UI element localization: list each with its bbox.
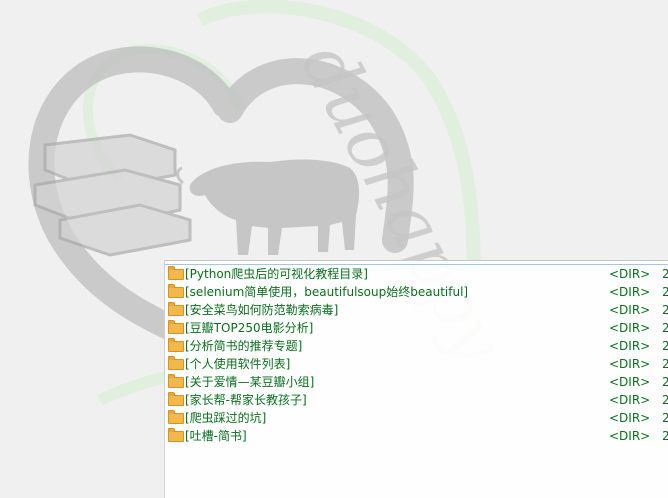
directory-type-label: <DIR> xyxy=(609,393,651,407)
directory-type-label: <DIR> xyxy=(609,429,651,443)
directory-name-link[interactable]: [Python爬虫后的可视化教程目录] xyxy=(185,265,368,283)
folder-icon xyxy=(168,392,184,406)
directory-type-label: <DIR> xyxy=(609,303,651,317)
folder-icon xyxy=(168,302,184,316)
folder-icon xyxy=(168,410,184,424)
directory-list: [Python爬虫后的可视化教程目录] <DIR> 2 [selenium简单使… xyxy=(165,265,668,445)
directory-name-link[interactable]: [分析简书的推荐专题] xyxy=(185,337,302,355)
folder-icon xyxy=(168,266,184,280)
directory-row[interactable]: [关于爱情—某豆瓣小组] <DIR> 2 xyxy=(165,373,668,391)
directory-listing-panel: [Python爬虫后的可视化教程目录] <DIR> 2 [selenium简单使… xyxy=(164,260,668,498)
directory-date: 2 xyxy=(662,337,668,355)
directory-row[interactable]: [selenium简单使用，beautifulsoup始终beautiful] … xyxy=(165,283,668,301)
folder-icon xyxy=(168,374,184,388)
directory-name-link[interactable]: [安全菜鸟如何防范勒索病毒] xyxy=(185,301,338,319)
directory-type-label: <DIR> xyxy=(609,411,651,425)
directory-name-link[interactable]: [爬虫踩过的坑] xyxy=(185,409,266,427)
folder-icon xyxy=(168,320,184,334)
directory-date: 2 xyxy=(662,283,668,301)
directory-type-label: <DIR> xyxy=(609,321,651,335)
directory-type-label: <DIR> xyxy=(609,285,651,299)
directory-type-label: <DIR> xyxy=(609,375,651,389)
folder-icon xyxy=(168,338,184,352)
directory-row[interactable]: [爬虫踩过的坑] <DIR> 2 xyxy=(165,409,668,427)
directory-row[interactable]: [家长帮-帮家长教孩子] <DIR> 2 xyxy=(165,391,668,409)
directory-type-label: <DIR> xyxy=(609,267,651,281)
directory-row[interactable]: [吐槽-简书] <DIR> 2 xyxy=(165,427,668,445)
directory-date: 2 xyxy=(662,319,668,337)
directory-type-label: <DIR> xyxy=(609,339,651,353)
directory-name-link[interactable]: [个人使用软件列表] xyxy=(185,355,290,373)
directory-date: 2 xyxy=(662,391,668,409)
folder-icon xyxy=(168,284,184,298)
directory-name-link[interactable]: [关于爱情—某豆瓣小组] xyxy=(185,373,314,391)
directory-row[interactable]: [安全菜鸟如何防范勒索病毒] <DIR> 2 xyxy=(165,301,668,319)
folder-icon xyxy=(168,356,184,370)
directory-name-link[interactable]: [家长帮-帮家长教孩子] xyxy=(185,391,307,409)
directory-date: 2 xyxy=(662,355,668,373)
desktop-background: duohappy [Python爬虫后的可视化教程目录] <DIR> 2 [se… xyxy=(0,0,668,498)
directory-name-link[interactable]: [吐槽-简书] xyxy=(185,427,247,445)
directory-date: 2 xyxy=(662,409,668,427)
directory-name-link[interactable]: [豆瓣TOP250电影分析] xyxy=(185,319,313,337)
directory-row[interactable]: [个人使用软件列表] <DIR> 2 xyxy=(165,355,668,373)
folder-icon xyxy=(168,428,184,442)
directory-date: 2 xyxy=(662,301,668,319)
directory-row[interactable]: [分析简书的推荐专题] <DIR> 2 xyxy=(165,337,668,355)
directory-date: 2 xyxy=(662,373,668,391)
directory-date: 2 xyxy=(662,427,668,445)
directory-type-label: <DIR> xyxy=(609,357,651,371)
watermark-yak xyxy=(176,159,360,255)
directory-row[interactable]: [豆瓣TOP250电影分析] <DIR> 2 xyxy=(165,319,668,337)
directory-date: 2 xyxy=(662,265,668,283)
directory-row[interactable]: [Python爬虫后的可视化教程目录] <DIR> 2 xyxy=(165,265,668,283)
directory-name-link[interactable]: [selenium简单使用，beautifulsoup始终beautiful] xyxy=(185,283,468,301)
